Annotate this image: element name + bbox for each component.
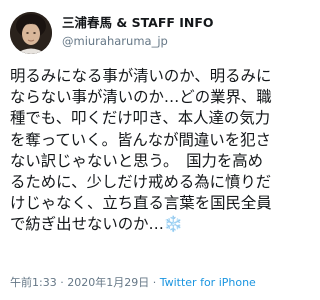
user-handle[interactable]: @miuraharuma_jp <box>62 33 274 49</box>
tweet-text: 明るみになる事が清いのか、明るみにならない事が清いのか…どの業界、職種でも、叩く… <box>10 67 272 234</box>
tweet-header: 三浦春馬 & STAFF INFO @miuraharuma_jp <box>10 12 274 56</box>
tweet-time[interactable]: 午前1:33 <box>10 276 57 289</box>
meta-separator-2: · <box>149 276 160 289</box>
tweet-date[interactable]: 2020年1月29日 <box>67 276 149 289</box>
tweet-meta: 午前1:33 · 2020年1月29日 · Twitter for iPhone <box>10 276 256 290</box>
tweet-source-link[interactable]: Twitter for iPhone <box>160 276 256 289</box>
meta-separator: · <box>56 276 68 289</box>
avatar[interactable] <box>10 12 52 54</box>
avatar-photo-icon <box>10 12 52 54</box>
tweet-card: 三浦春馬 & STAFF INFO @miuraharuma_jp 明るみになる… <box>0 0 282 300</box>
display-name[interactable]: 三浦春馬 & STAFF INFO <box>62 14 274 31</box>
author-names: 三浦春馬 & STAFF INFO @miuraharuma_jp <box>62 14 274 49</box>
